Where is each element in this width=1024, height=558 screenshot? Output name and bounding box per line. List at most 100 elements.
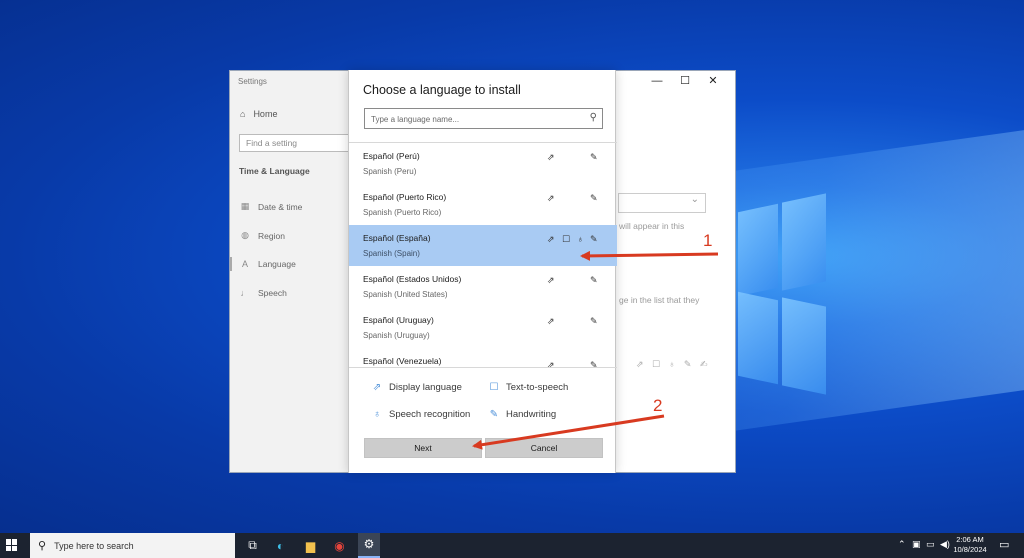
window-controls: — ☐ ✕ [643,73,727,89]
taskbar-search-box[interactable]: ⚲ Type here to search [30,533,235,558]
list-item[interactable]: Español (Uruguay) Spanish (Uruguay) ⇗ ✎ [349,307,617,348]
globe-icon: ◍ [241,230,249,240]
handwriting-icon: ✎ [590,360,598,368]
text-to-speech-icon: ☐ [562,234,571,244]
handwriting-icon: ✎ [590,152,598,162]
sidebar-item-label: Speech [258,288,287,298]
language-search-box: ⚲ [364,108,603,129]
list-item[interactable]: Español (Puerto Rico) Spanish (Puerto Ri… [349,184,617,225]
speech-recognition-icon: ♁ [577,234,584,244]
legend-label: Speech recognition [389,409,471,420]
cancel-button[interactable]: Cancel [485,438,603,458]
legend-handwriting: ✎ Handwriting [488,409,556,420]
maximize-button[interactable]: ☐ [671,73,699,89]
language-english-name: Spanish (Peru) [363,167,417,176]
start-button[interactable] [6,539,18,551]
next-button[interactable]: Next [364,438,482,458]
language-name: Español (Perú) [363,151,420,161]
legend-text-to-speech: ☐ Text-to-speech [488,382,569,393]
windows-logo-wallpaper [738,190,828,395]
clock-date: 10/8/2024 [953,545,987,554]
search-icon: ⚲ [38,540,47,552]
list-item[interactable]: Español (Perú) Spanish (Peru) ⇗ ✎ [349,143,617,184]
handwriting-icon: ✎ [590,316,598,326]
taskbar: ⚲ Type here to search ⧉ ◐ ▆ ◉ ⚙ ⌃ ▣ ▭ ◀)… [0,533,1024,558]
display-language-icon: ⇗ [547,275,555,285]
volume-icon[interactable]: ◀) [940,539,950,550]
microphone-icon: ♩ [240,288,250,298]
selected-indicator [230,257,232,271]
chrome-browser-icon[interactable]: ◉ [331,537,348,554]
legend-label: Display language [389,382,462,393]
settings-sidebar: Settings ⌂ Home Find a setting Time & La… [230,71,351,472]
display-language-dropdown[interactable] [618,193,706,213]
settings-title: Settings [238,77,267,86]
speech-recognition-icon: ♁ [373,409,381,420]
find-setting-input[interactable]: Find a setting [239,134,351,152]
legend-label: Text-to-speech [506,382,569,393]
display-language-icon: ⇗ [547,152,555,162]
sidebar-item-home[interactable]: ⌂ Home [240,109,277,119]
language-feature-icons: ⇗ ☐ ♁ ✎ ✍ [636,359,711,369]
annotation-label-1: 1 [703,231,713,250]
language-list: Español (Perú) Spanish (Peru) ⇗ ✎ Españo… [349,142,617,368]
list-item-selected[interactable]: Español (España) Spanish (Spain) ⇗ ☐ ♁ ✎ [349,225,617,266]
language-english-name: Spanish (Uruguay) [363,331,430,340]
handwriting-icon: ✎ [590,234,598,244]
edge-browser-icon[interactable]: ◐ [272,537,289,554]
sidebar-item-speech[interactable]: ♩ Speech [240,288,287,298]
minimize-button[interactable]: — [643,73,671,89]
language-name: Español (España) [363,233,431,243]
language-name: Español (Puerto Rico) [363,192,447,202]
settings-taskbar-button[interactable]: ⚙ [358,533,380,558]
meet-now-icon[interactable]: ▣ [912,539,921,550]
language-name: Español (Venezuela) [363,356,442,366]
language-name: Español (Estados Unidos) [363,274,462,284]
sidebar-item-label: Language [258,259,296,269]
search-icon[interactable]: ⚲ [590,112,597,123]
gear-icon: ⚙ [363,537,375,551]
language-name: Español (Uruguay) [363,315,434,325]
text-to-speech-icon: ☐ [489,382,499,393]
clock-time: 2:06 AM [956,535,984,544]
list-item[interactable]: Español (Venezuela) ⇗ ✎ [349,348,617,368]
language-english-name: Spanish (Puerto Rico) [363,208,442,217]
taskbar-clock[interactable]: 2:06 AM 10/8/2024 [950,535,990,555]
language-icon: A [241,259,248,269]
file-explorer-icon[interactable]: ▆ [302,537,319,554]
sidebar-item-label: Date & time [258,201,303,212]
handwriting-icon: ✎ [590,275,598,285]
taskbar-search-text: Type here to search [54,540,134,551]
show-hidden-icons[interactable]: ⌃ [898,539,906,550]
calendar-icon: ▦ [240,201,250,211]
annotation-label-2: 2 [653,396,663,415]
language-search-input[interactable] [365,110,575,129]
list-item[interactable]: Español (Estados Unidos) Spanish (United… [349,266,617,307]
display-language-icon: ⇗ [547,316,555,326]
display-language-icon: ⇗ [547,360,555,368]
display-language-icon: ⇗ [547,193,555,203]
legend-speech-recognition: ♁ Speech recognition [371,409,470,420]
home-icon: ⌂ [240,109,246,119]
sidebar-item-language[interactable]: A Language [240,259,296,269]
notification-icon[interactable]: ▭ [999,538,1009,551]
sidebar-item-label: Home [253,109,278,119]
background-text: ge in the list that they [619,295,700,305]
task-view-icon[interactable]: ⧉ [244,537,261,554]
language-english-name: Spanish (Spain) [363,249,420,258]
handwriting-icon: ✎ [590,193,598,203]
background-text: will appear in this [619,221,685,231]
display-language-icon: ⇗ [547,234,555,244]
sidebar-item-label: Region [258,230,285,241]
section-heading: Time & Language [239,166,310,176]
choose-language-dialog: Choose a language to install ⚲ Español (… [348,70,617,473]
legend-display-language: ⇗ Display language [371,382,462,393]
close-button[interactable]: ✕ [699,73,727,89]
dialog-title: Choose a language to install [363,83,521,97]
sidebar-item-region[interactable]: ◍ Region [240,230,285,241]
sidebar-item-date-time[interactable]: ▦ Date & time [240,201,303,212]
display-language-icon: ⇗ [372,382,382,393]
legend-label: Handwriting [506,409,557,420]
handwriting-icon: ✎ [489,409,499,420]
network-icon[interactable]: ▭ [926,539,935,550]
